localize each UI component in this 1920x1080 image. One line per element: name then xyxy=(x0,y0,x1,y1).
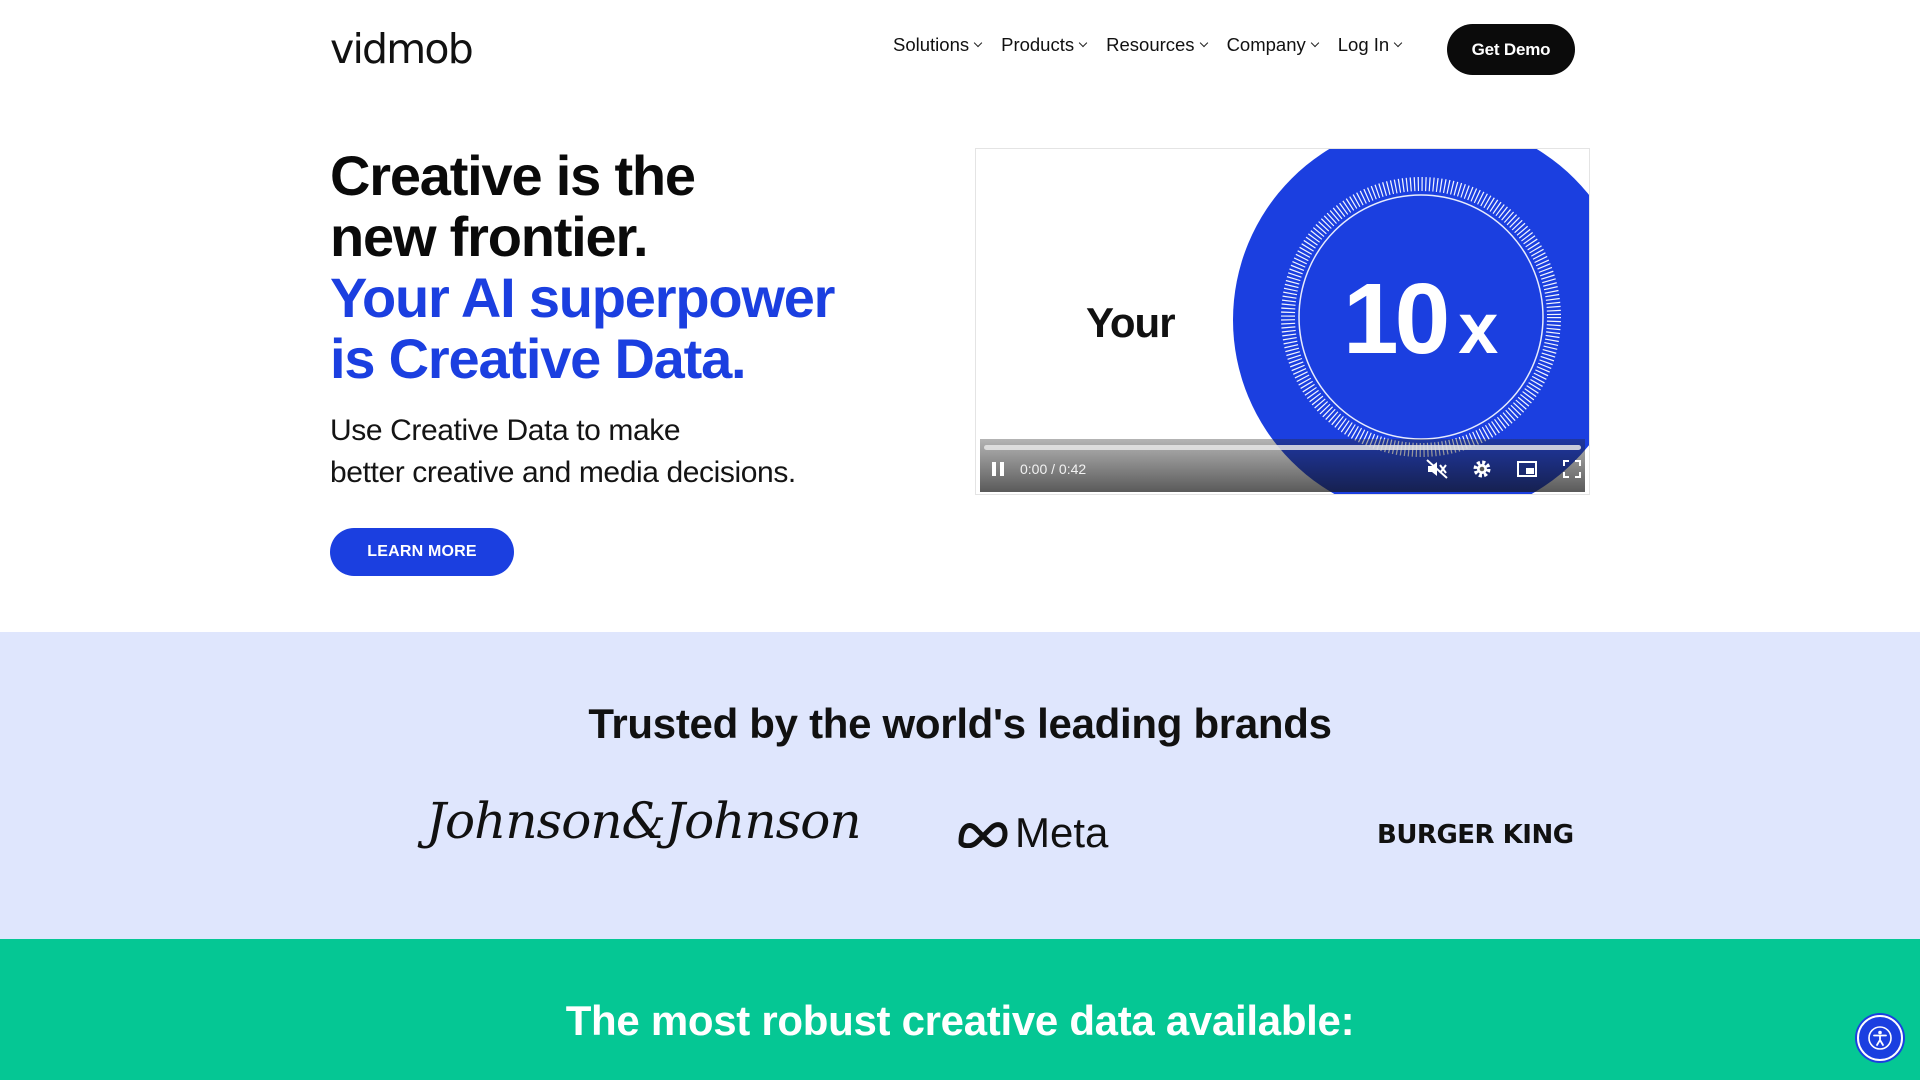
nav-item-label: Solutions xyxy=(893,34,970,55)
nav-item-company[interactable]: Company xyxy=(1226,34,1319,56)
trusted-brands-heading: Trusted by the world's leading brands xyxy=(588,700,1332,747)
video-frame-number-value: 10 xyxy=(1343,263,1450,375)
chevron-down-icon xyxy=(1199,38,1208,48)
hero-title-highlight: is Creative Data. xyxy=(330,327,747,390)
video-frame-text: Your xyxy=(1086,299,1176,346)
picture-in-picture-icon[interactable] xyxy=(1515,457,1539,481)
hero-subtitle: Use Creative Data to make better creativ… xyxy=(330,410,796,494)
fullscreen-icon[interactable] xyxy=(1560,457,1584,481)
hero-video-player[interactable]: Your 10 x 0:00 / 0:42 xyxy=(975,148,1590,495)
site-header: vidmob Solutions Products Resources Comp… xyxy=(0,0,1920,100)
main-nav: Solutions Products Resources Company Log… xyxy=(893,34,1421,56)
nav-item-label: Log In xyxy=(1337,34,1390,55)
learn-more-button[interactable]: LEARN MORE xyxy=(330,528,514,576)
nav-item-label: Company xyxy=(1226,34,1306,55)
video-timecode: 0:00 / 0:42 xyxy=(1020,461,1087,477)
hero-subtitle-line: better creative and media decisions. xyxy=(330,456,796,489)
hero-title: Creative is the new frontier. Your AI su… xyxy=(330,144,835,390)
chevron-down-icon xyxy=(1393,38,1403,48)
vidmob-logo[interactable]: vidmob xyxy=(330,26,474,72)
hero-subtitle-line: Use Creative Data to make xyxy=(330,414,681,447)
trusted-brands-section: Trusted by the world's leading brands Jo… xyxy=(0,632,1920,939)
video-frame-number-suffix: x xyxy=(1458,289,1499,369)
video-frame-number: 10 x xyxy=(1343,269,1498,379)
burger-king-logo: BURGER KING xyxy=(1377,820,1574,850)
nav-item-label: Resources xyxy=(1106,34,1195,55)
get-demo-button[interactable]: Get Demo xyxy=(1447,24,1575,75)
nav-item-log-in[interactable]: Log In xyxy=(1337,34,1403,56)
meta-logo-text: Meta xyxy=(1015,809,1109,856)
settings-icon[interactable] xyxy=(1470,457,1494,481)
pause-icon[interactable] xyxy=(988,459,1008,479)
video-progress-bar[interactable] xyxy=(984,445,1581,450)
nav-item-label: Products xyxy=(1001,34,1075,55)
creative-data-section: The most robust creative data available: xyxy=(0,939,1920,1080)
chevron-down-icon xyxy=(1310,38,1319,48)
meta-logo: Meta xyxy=(957,809,1108,857)
accessibility-icon xyxy=(1868,1026,1892,1050)
hero-title-line: Creative is the xyxy=(330,144,696,207)
johnson-and-johnson-logo: Johnson&Johnson xyxy=(426,792,862,850)
mute-icon[interactable] xyxy=(1424,457,1450,481)
nav-item-products[interactable]: Products xyxy=(1001,34,1088,56)
accessibility-button[interactable] xyxy=(1857,1015,1903,1061)
hero-title-line: new frontier. xyxy=(330,205,649,268)
hero-title-highlight: Your AI superpower xyxy=(330,266,835,329)
creative-data-heading: The most robust creative data available: xyxy=(565,997,1355,1044)
video-controls: 0:00 / 0:42 xyxy=(980,439,1585,492)
meta-infinity-icon xyxy=(958,822,1008,848)
chevron-down-icon xyxy=(973,38,983,48)
nav-item-resources[interactable]: Resources xyxy=(1106,34,1208,56)
nav-item-solutions[interactable]: Solutions xyxy=(893,34,983,56)
chevron-down-icon xyxy=(1078,38,1088,48)
